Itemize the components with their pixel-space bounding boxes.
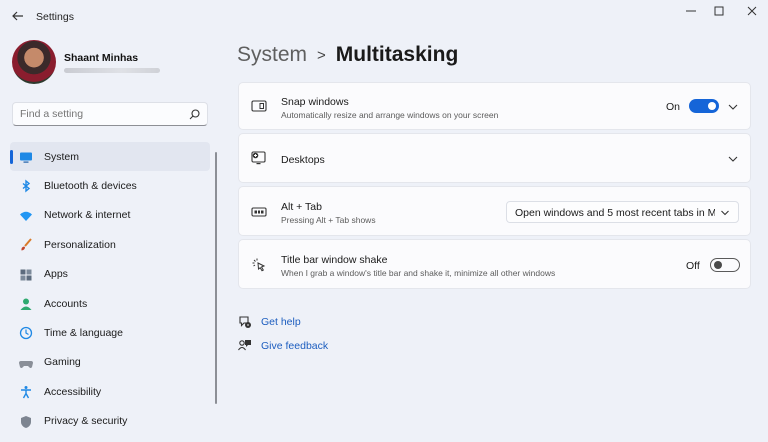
shake-toggle-state: Off — [686, 260, 700, 272]
close-icon — [747, 6, 757, 16]
help-icon — [239, 316, 251, 328]
give-feedback-link[interactable]: Give feedback — [238, 338, 328, 354]
feedback-icon — [238, 340, 251, 351]
maximize-button[interactable] — [702, 0, 736, 22]
globe-clock-icon — [19, 327, 33, 340]
gamepad-icon — [19, 360, 33, 368]
sidebar-item-apps[interactable]: Apps — [10, 260, 210, 289]
maximize-icon — [714, 6, 724, 16]
sidebar-nav: System Bluetooth & devices Network & int… — [10, 142, 210, 436]
close-button[interactable] — [735, 0, 768, 22]
sidebar-item-personalization[interactable]: Personalization — [10, 230, 210, 259]
title-bar-shake-card: Title bar window shake When I grab a win… — [238, 239, 751, 289]
breadcrumb-parent[interactable]: System — [237, 43, 307, 67]
snap-windows-title: Snap windows — [281, 96, 349, 108]
alt-tab-description: Pressing Alt + Tab shows — [281, 215, 376, 225]
sidebar-item-label: Privacy & security — [44, 415, 128, 428]
sidebar-item-privacy-security[interactable]: Privacy & security — [10, 407, 210, 436]
minimize-icon — [686, 10, 696, 12]
search-input[interactable] — [20, 108, 180, 120]
sidebar-item-time-language[interactable]: Time & language — [10, 318, 210, 347]
sidebar-scrollbar[interactable] — [215, 152, 217, 404]
breadcrumb-separator: > — [317, 46, 326, 64]
search-icon — [189, 109, 200, 120]
desktops-icon — [251, 151, 266, 165]
sidebar-item-label: System — [44, 150, 80, 163]
give-feedback-label[interactable]: Give feedback — [261, 340, 328, 352]
sidebar-item-bluetooth[interactable]: Bluetooth & devices — [10, 171, 210, 200]
sidebar-item-label: Accessibility — [44, 385, 102, 398]
breadcrumb: System > Multitasking — [237, 40, 458, 70]
sidebar-item-accounts[interactable]: Accounts — [10, 289, 210, 318]
selection-indicator — [10, 150, 13, 164]
snap-toggle-state: On — [666, 101, 681, 113]
search-box[interactable] — [12, 102, 208, 126]
person-icon — [20, 298, 32, 310]
title-bar: Settings — [0, 0, 768, 32]
sidebar-item-label: Apps — [44, 268, 68, 281]
chevron-down-icon[interactable] — [727, 102, 739, 112]
monitor-icon — [20, 152, 32, 163]
alt-tab-dropdown[interactable]: Open windows and 5 most recent tabs in M — [506, 201, 739, 223]
user-email-blurred — [64, 68, 160, 73]
sidebar-item-label: Time & language — [44, 327, 123, 340]
snap-windows-card[interactable]: Snap windows Automatically resize and ar… — [238, 82, 751, 130]
alt-tab-selected-value: Open windows and 5 most recent tabs in M — [515, 207, 715, 219]
back-button[interactable] — [8, 7, 28, 25]
window-shake-icon — [252, 258, 266, 272]
accessibility-icon — [21, 386, 31, 399]
title-bar-shake-title: Title bar window shake — [281, 254, 388, 266]
get-help-label[interactable]: Get help — [261, 316, 301, 328]
arrow-left-icon — [12, 11, 23, 21]
sidebar-item-gaming[interactable]: Gaming — [10, 348, 210, 377]
toggle-knob — [708, 102, 716, 110]
sidebar-item-label: Network & internet — [44, 209, 131, 222]
snap-windows-toggle[interactable] — [689, 99, 719, 113]
wifi-icon — [20, 211, 32, 221]
alt-tab-card: Alt + Tab Pressing Alt + Tab shows Open … — [238, 186, 751, 236]
get-help-link[interactable]: Get help — [238, 314, 301, 330]
brush-icon — [21, 238, 32, 251]
desktops-title: Desktops — [281, 154, 325, 166]
apps-icon — [20, 269, 32, 281]
page-title: Multitasking — [335, 43, 459, 66]
desktops-card[interactable]: Desktops — [238, 133, 751, 183]
avatar — [12, 40, 56, 84]
title-bar-shake-description: When I grab a window's title bar and sha… — [281, 268, 556, 278]
sidebar-item-accessibility[interactable]: Accessibility — [10, 377, 210, 406]
sidebar-item-system[interactable]: System — [10, 142, 210, 172]
user-name: Shaant Minhas — [64, 52, 139, 64]
sidebar-item-label: Accounts — [44, 297, 88, 310]
sidebar-item-label: Gaming — [44, 356, 81, 369]
alt-tab-title: Alt + Tab — [281, 201, 322, 213]
snap-window-icon — [251, 100, 267, 112]
alt-tab-icon — [251, 207, 267, 217]
title-bar-shake-toggle[interactable] — [710, 258, 740, 272]
sidebar-item-network[interactable]: Network & internet — [10, 201, 210, 230]
bluetooth-icon — [22, 179, 31, 193]
snap-windows-description: Automatically resize and arrange windows… — [281, 110, 499, 120]
shield-icon — [21, 415, 31, 428]
app-title: Settings — [36, 11, 74, 23]
chevron-down-icon[interactable] — [727, 154, 739, 164]
chevron-down-icon — [721, 210, 729, 216]
sidebar-item-label: Bluetooth & devices — [44, 180, 137, 193]
toggle-knob — [714, 261, 722, 269]
sidebar-item-label: Personalization — [44, 238, 116, 251]
